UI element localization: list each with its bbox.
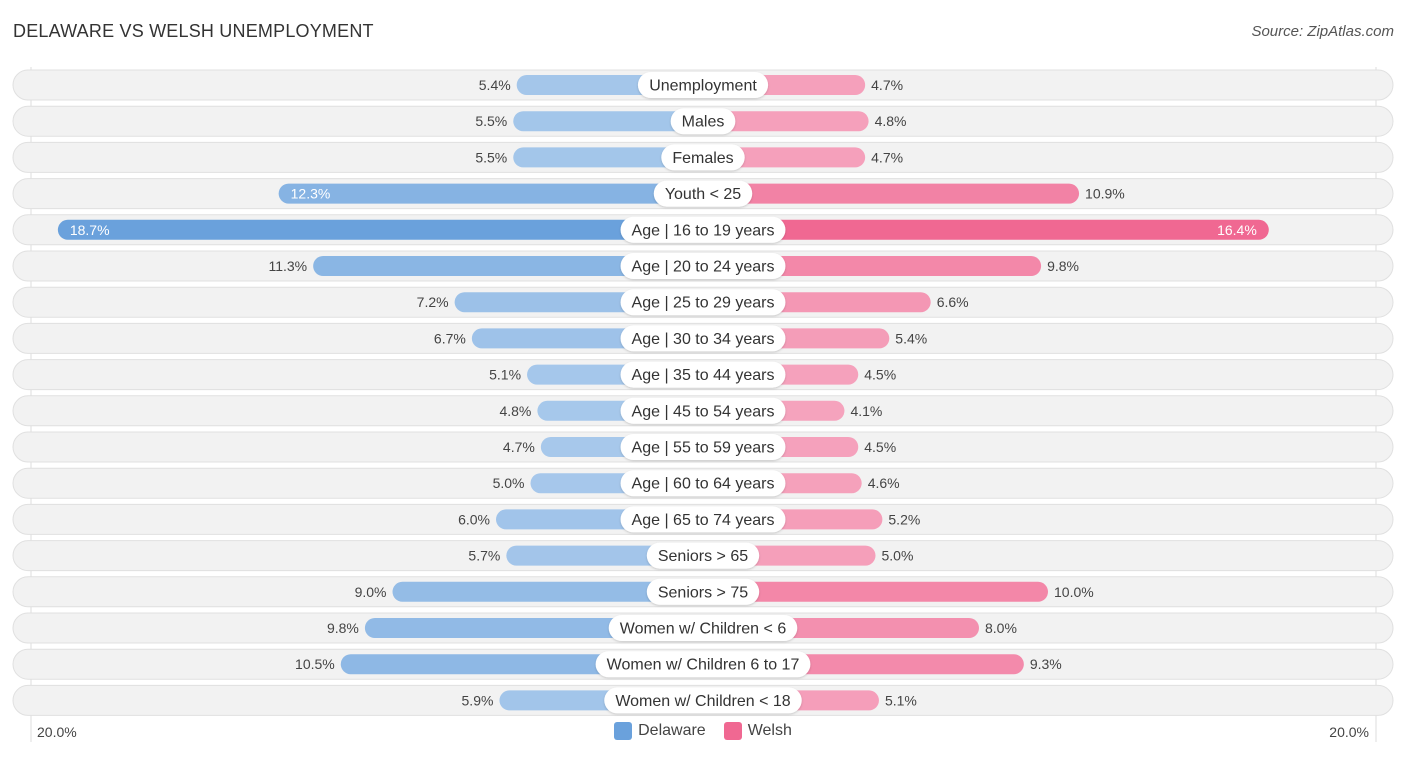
chart-row: 5.4% 4.7% Unemployment — [12, 69, 1394, 101]
chart-row: 18.7% 16.4% Age | 16 to 19 years — [12, 214, 1394, 246]
category-label: Women w/ Children 6 to 17 — [607, 657, 800, 674]
chart-row: 6.7% 5.4% Age | 30 to 34 years — [12, 322, 1394, 354]
value-label-delaware: 11.3% — [268, 258, 307, 274]
value-label-welsh: 4.6% — [868, 475, 900, 491]
category-label: Age | 45 to 54 years — [632, 403, 775, 420]
value-label-delaware: 5.4% — [479, 77, 511, 93]
value-label-welsh: 5.0% — [882, 548, 914, 564]
legend-label-delaware: Delaware — [638, 722, 706, 739]
legend-label-welsh: Welsh — [747, 722, 792, 739]
value-label-welsh: 4.5% — [864, 367, 896, 383]
chart-row: 12.3% 10.9% Youth < 25 — [12, 178, 1394, 210]
value-label-welsh: 4.7% — [871, 77, 903, 93]
value-label-delaware: 5.1% — [489, 367, 521, 383]
value-label-delaware: 18.7% — [70, 222, 110, 238]
category-label: Age | 60 to 64 years — [632, 476, 775, 493]
value-label-delaware: 4.8% — [499, 403, 531, 419]
bar-delaware — [57, 219, 714, 240]
value-label-welsh: 10.9% — [1085, 186, 1125, 202]
legend-item-delaware[interactable]: Delaware — [614, 722, 706, 740]
legend-swatch-welsh — [723, 722, 742, 740]
bar-delaware — [278, 183, 713, 204]
chart-row: 11.3% 9.8% Age | 20 to 24 years — [12, 250, 1394, 282]
category-label: Unemployment — [649, 78, 757, 95]
value-label-delaware: 5.7% — [468, 548, 500, 564]
chart-row: 5.9% 5.1% Women w/ Children < 18 — [12, 684, 1394, 716]
value-label-delaware: 7.2% — [417, 294, 449, 310]
value-label-welsh: 9.3% — [1030, 656, 1062, 672]
chart-row: 4.7% 4.5% Age | 55 to 59 years — [12, 431, 1394, 463]
category-label: Age | 65 to 74 years — [632, 512, 775, 529]
value-label-welsh: 5.1% — [885, 692, 917, 708]
value-label-delaware: 6.0% — [458, 511, 490, 527]
value-label-delaware: 6.7% — [434, 330, 466, 346]
value-label-welsh: 4.1% — [850, 403, 882, 419]
category-label: Women w/ Children < 6 — [620, 621, 787, 638]
chart-row: 9.0% 10.0% Seniors > 75 — [12, 576, 1394, 608]
value-label-welsh: 10.0% — [1054, 584, 1094, 600]
value-label-delaware: 9.0% — [355, 584, 387, 600]
category-label: Youth < 25 — [665, 186, 741, 203]
value-label-welsh: 5.4% — [895, 330, 927, 346]
chart-row: 7.2% 6.6% Age | 25 to 29 years — [12, 286, 1394, 318]
value-label-delaware: 10.5% — [295, 656, 335, 672]
chart-row: 6.0% 5.2% Age | 65 to 74 years — [12, 503, 1394, 535]
value-label-welsh: 8.0% — [985, 620, 1017, 636]
value-label-welsh: 4.7% — [871, 149, 903, 165]
value-label-welsh: 4.8% — [875, 113, 907, 129]
category-label: Age | 25 to 29 years — [632, 295, 775, 312]
chart-row: 5.5% 4.8% Males — [12, 105, 1394, 137]
value-label-delaware: 12.3% — [291, 186, 331, 202]
category-label: Seniors > 65 — [658, 548, 748, 565]
category-label: Age | 20 to 24 years — [632, 259, 775, 276]
category-label: Women w/ Children < 18 — [615, 693, 790, 710]
chart-row: 9.8% 8.0% Women w/ Children < 6 — [12, 612, 1394, 644]
chart-row: 5.1% 4.5% Age | 35 to 44 years — [12, 359, 1394, 391]
category-label: Seniors > 75 — [658, 584, 748, 601]
value-label-welsh: 9.8% — [1047, 258, 1079, 274]
legend-item-welsh[interactable]: Welsh — [723, 722, 792, 740]
chart-row: 4.8% 4.1% Age | 45 to 54 years — [12, 395, 1394, 427]
legend-swatch-delaware — [614, 722, 633, 740]
value-label-delaware: 5.5% — [475, 149, 507, 165]
value-label-delaware: 5.5% — [475, 113, 507, 129]
value-label-delaware: 4.7% — [503, 439, 535, 455]
value-label-delaware: 9.8% — [327, 620, 359, 636]
value-label-delaware: 5.0% — [493, 475, 525, 491]
value-label-welsh: 6.6% — [937, 294, 969, 310]
value-label-welsh: 16.4% — [1217, 222, 1257, 238]
category-label: Males — [682, 114, 725, 131]
category-label: Age | 55 to 59 years — [632, 440, 775, 457]
value-label-delaware: 5.9% — [462, 692, 494, 708]
category-label: Age | 35 to 44 years — [632, 367, 775, 384]
category-label: Age | 16 to 19 years — [632, 222, 775, 239]
legend: Delaware Welsh — [0, 722, 1406, 740]
category-label: Age | 30 to 34 years — [632, 331, 775, 348]
diverging-bar-chart: 5.4% 4.7% Unemployment 5.5% 4.8% Males 5.5% 4.7… — [12, 67, 1394, 742]
value-label-welsh: 5.2% — [888, 511, 920, 527]
value-label-welsh: 4.5% — [864, 439, 896, 455]
chart-row: 5.5% 4.7% Females — [12, 141, 1394, 173]
category-label: Females — [672, 150, 733, 167]
chart-row: 10.5% 9.3% Women w/ Children 6 to 17 — [12, 648, 1394, 680]
chart-row: 5.7% 5.0% Seniors > 65 — [12, 540, 1394, 572]
chart-row: 5.0% 4.6% Age | 60 to 64 years — [12, 467, 1394, 499]
